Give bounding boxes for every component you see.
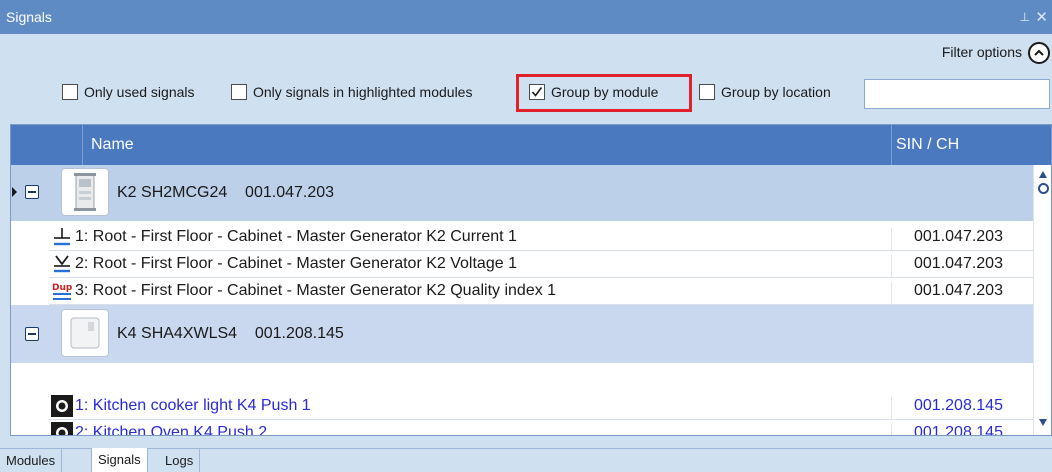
checkbox-box[interactable] <box>62 84 78 100</box>
signal-sin: 001.208.145 <box>891 424 1033 435</box>
group-indent <box>11 221 49 305</box>
only-used-signals-checkbox[interactable]: Only used signals <box>62 84 195 100</box>
filter-bar: Filter options Only used signals Only si… <box>0 34 1052 122</box>
scroll-thumb[interactable] <box>1038 183 1049 194</box>
group-indent <box>11 363 49 435</box>
scroll-up-icon[interactable] <box>1039 171 1047 178</box>
tab-modules[interactable]: Modules <box>0 449 63 472</box>
search-input[interactable] <box>864 79 1050 109</box>
module-switch-icon <box>61 309 109 357</box>
signal-label: 2: Root - First Floor - Cabinet - Master… <box>75 255 517 272</box>
column-header-name[interactable]: Name <box>91 136 134 154</box>
group-row-k4[interactable]: K4 SHA4XWLS4 001.208.145 <box>11 305 1033 363</box>
dup-icon: Dup <box>51 280 73 302</box>
svg-text:Dup: Dup <box>52 283 73 293</box>
checkbox-label: Group by location <box>721 84 831 100</box>
signals-panel: Signals ⊥ ✕ Filter options Only used sig… <box>0 0 1052 472</box>
close-icon[interactable]: ✕ <box>1035 8 1048 26</box>
checkbox-label: Only signals in highlighted modules <box>253 84 473 100</box>
signal-row[interactable]: Dup 3: Root - First Floor - Cabinet - Ma… <box>49 278 1033 309</box>
current-row-indicator-icon <box>12 187 17 197</box>
push-button-icon <box>51 395 73 417</box>
group-by-location-checkbox[interactable]: Group by location <box>699 84 831 100</box>
signal-label: 1: Kitchen cooker light K4 Push 1 <box>75 397 311 414</box>
push-button-icon <box>51 422 73 435</box>
voltage-icon <box>51 253 73 275</box>
signal-row[interactable]: 1: Root - First Floor - Cabinet - Master… <box>49 224 1033 255</box>
scroll-down-icon[interactable] <box>1039 419 1047 426</box>
signal-row[interactable]: 2: Root - First Floor - Cabinet - Master… <box>49 251 1033 282</box>
signal-label: 3: Root - First Floor - Cabinet - Master… <box>75 282 557 299</box>
signals-grid: Name SIN / CH K2 SH2MCG24 001.047.203 1:… <box>10 124 1052 436</box>
highlight-rectangle <box>516 74 692 112</box>
signal-label: 1: Root - First Floor - Cabinet - Master… <box>75 228 517 245</box>
pin-icon[interactable]: ⊥ <box>1020 10 1030 24</box>
panel-title-bar: Signals ⊥ ✕ <box>0 0 1052 34</box>
checkbox-box[interactable] <box>699 84 715 100</box>
group-title: K2 SH2MCG24 001.047.203 <box>117 184 335 201</box>
signal-row[interactable]: 1: Kitchen cooker light K4 Push 1 001.20… <box>49 393 1033 424</box>
panel-title: Signals <box>6 9 52 25</box>
signal-label: 2: Kitchen Oven K4 Push 2 <box>75 424 268 436</box>
bottom-tab-strip: Modules Signals Logs <box>0 448 1052 472</box>
collapse-icon[interactable] <box>25 327 39 341</box>
filter-options-label[interactable]: Filter options <box>942 44 1022 60</box>
checkbox-label: Only used signals <box>84 84 195 100</box>
collapse-icon[interactable] <box>25 185 39 199</box>
chevron-up-icon[interactable] <box>1028 42 1050 64</box>
vertical-scrollbar[interactable] <box>1033 165 1051 435</box>
tab-signals[interactable]: Signals <box>91 448 148 472</box>
only-highlighted-modules-checkbox[interactable]: Only signals in highlighted modules <box>231 84 472 100</box>
tab-logs[interactable]: Logs <box>159 449 201 472</box>
row-selector-header <box>11 125 83 165</box>
column-header-sin[interactable]: SIN / CH <box>891 125 1033 165</box>
checkbox-box[interactable] <box>231 84 247 100</box>
current-icon <box>51 226 73 248</box>
module-meter-icon <box>61 168 109 216</box>
grid-header: Name SIN / CH <box>11 125 1051 165</box>
signal-row[interactable]: 2: Kitchen Oven K4 Push 2 001.208.145 <box>49 420 1033 436</box>
group-title: K4 SHA4XWLS4 001.208.145 <box>117 325 344 342</box>
group-row-k2[interactable]: K2 SH2MCG24 001.047.203 <box>11 165 1033 221</box>
